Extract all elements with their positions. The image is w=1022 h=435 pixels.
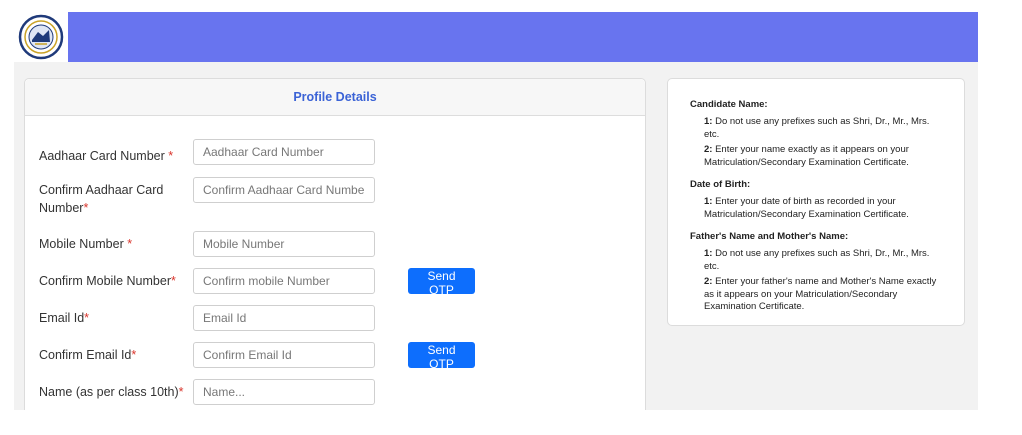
logo[interactable]: [14, 12, 68, 62]
candidate-name-section: Candidate Name: 1: Do not use any prefix…: [690, 99, 944, 169]
instruction-point: 1: Enter your date of birth as recorded …: [704, 196, 909, 220]
confirm-aadhaar-input[interactable]: [193, 177, 375, 203]
field-label: Mobile Number *: [39, 237, 133, 251]
emblem-logo-icon: [18, 14, 64, 60]
mobile-input[interactable]: [193, 231, 375, 257]
confirm-mobile-input[interactable]: [193, 268, 375, 294]
aadhaar-input[interactable]: [193, 139, 375, 165]
section-title: Date of Birth:: [690, 179, 751, 190]
instruction-point: 1: Do not use any prefixes such as Shri,…: [704, 116, 930, 140]
date-of-birth-section: Date of Birth: 1: Enter your date of bir…: [690, 179, 944, 221]
instruction-point: 2: Enter your name exactly as it appears…: [704, 144, 909, 168]
field-label: Email Id*: [39, 311, 90, 325]
name-input[interactable]: [193, 379, 375, 405]
parents-name-section: Father's Name and Mother's Name: 1: Do n…: [690, 231, 944, 314]
send-otp-email-button[interactable]: Send OTP: [408, 342, 475, 371]
confirm-email-input[interactable]: [193, 342, 375, 368]
card-header: Profile Details: [25, 79, 645, 116]
send-otp-mobile-button[interactable]: Send OTP: [408, 268, 475, 297]
field-label: Aadhaar Card Number *: [39, 149, 174, 163]
instruction-point: 2: Enter your father's name and Mother's…: [704, 276, 937, 312]
field-label: Name (as per class 10th)*: [39, 385, 184, 399]
field-label: Confirm Email Id*: [39, 348, 137, 362]
email-input[interactable]: [193, 305, 375, 331]
instruction-point: 1: Do not use any prefixes such as Shri,…: [704, 248, 930, 272]
top-header-bar: [14, 12, 978, 62]
profile-details-card: Profile Details Aadhaar Card Number * Co…: [24, 78, 646, 410]
section-title: Father's Name and Mother's Name:: [690, 231, 849, 242]
page: Profile Details Aadhaar Card Number * Co…: [14, 12, 978, 410]
field-label: Confirm Mobile Number*: [39, 274, 176, 288]
field-label: Confirm Aadhaar Card Number*: [39, 183, 164, 215]
instructions-card: Candidate Name: 1: Do not use any prefix…: [667, 78, 965, 326]
section-title: Candidate Name:: [690, 99, 768, 110]
card-title: Profile Details: [293, 90, 377, 104]
